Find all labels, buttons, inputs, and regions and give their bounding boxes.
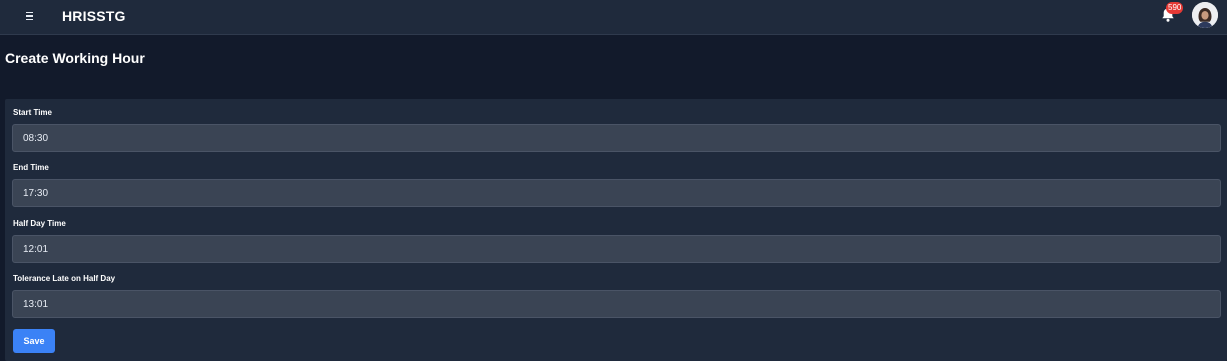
start-time-label: Start Time — [13, 108, 52, 117]
top-bar: HRISSTG 590 — [0, 0, 1227, 35]
start-time-input[interactable] — [12, 124, 1221, 152]
end-time-input[interactable] — [12, 179, 1221, 207]
save-button[interactable]: Save — [13, 329, 55, 353]
page-title: Create Working Hour — [5, 50, 145, 66]
half-day-time-label: Half Day Time — [13, 219, 66, 228]
notification-count-badge: 590 — [1166, 2, 1184, 14]
tolerance-late-input[interactable] — [12, 290, 1221, 318]
user-avatar[interactable] — [1192, 2, 1218, 28]
app-title: HRISSTG — [62, 8, 126, 24]
end-time-label: End Time — [13, 163, 49, 172]
half-day-time-input[interactable] — [12, 235, 1221, 263]
tolerance-late-label: Tolerance Late on Half Day — [13, 274, 116, 283]
hamburger-menu-icon[interactable] — [22, 8, 38, 24]
working-hour-form: Start Time End Time Half Day Time Tolera… — [5, 99, 1227, 361]
